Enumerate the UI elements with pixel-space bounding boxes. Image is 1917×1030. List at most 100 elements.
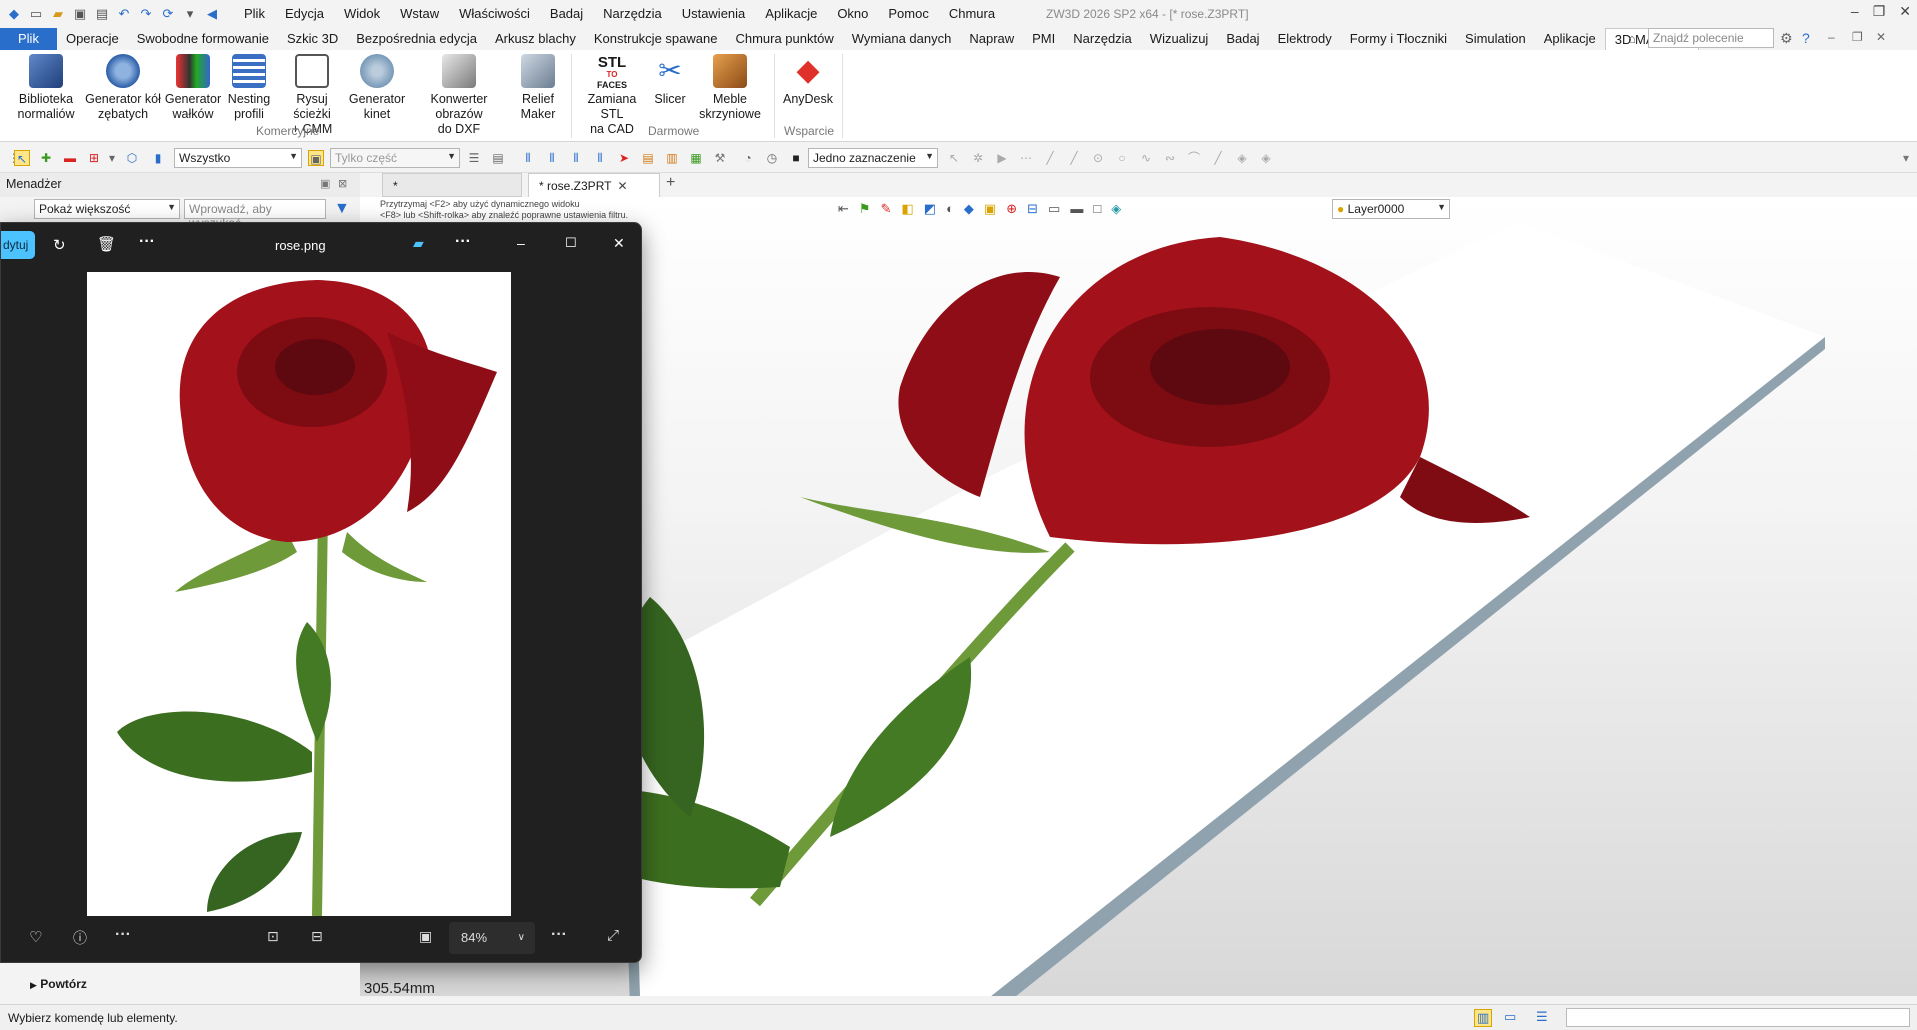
line-icon-1[interactable]: ╱	[1042, 150, 1058, 166]
pointer-icon[interactable]: ➤	[616, 150, 632, 166]
menu-pomoc[interactable]: Pomoc	[878, 0, 938, 28]
tab-bezposrednia-edycja[interactable]: Bezpośrednia edycja	[347, 28, 486, 50]
menu-edycja[interactable]: Edycja	[275, 0, 334, 28]
tab-badaj[interactable]: Badaj	[1217, 28, 1268, 50]
menu-plik[interactable]: Plik	[234, 0, 275, 28]
minimize-icon[interactable]: –	[1851, 3, 1859, 20]
box-select-icon[interactable]: ⊞	[86, 150, 102, 166]
manager-search-input[interactable]: Wprowadź, aby wyszukać	[184, 199, 326, 230]
rotate-icon[interactable]: ↻	[53, 236, 66, 254]
chevron-down-icon[interactable]: ▾	[104, 150, 120, 166]
remove-icon[interactable]: ▬	[62, 150, 78, 166]
tab-narzedzia[interactable]: Narzędzia	[1064, 28, 1141, 50]
generator-walkow-button[interactable]: Generator wałków	[162, 54, 224, 122]
menu-chmura[interactable]: Chmura	[939, 0, 1005, 28]
status-view-icon[interactable]: ▥	[1474, 1009, 1493, 1027]
edit-image-icon[interactable]: ▰	[413, 235, 424, 252]
sheet-icon[interactable]: ▦	[688, 150, 704, 166]
tab-plik[interactable]: Plik	[0, 28, 57, 50]
center-point-icon[interactable]: ⊙	[1090, 150, 1106, 166]
stack-icon[interactable]: ▥	[664, 150, 680, 166]
edit-button[interactable]: dytuj	[1, 231, 35, 259]
tab-aplikacje[interactable]: Aplikacje	[1535, 28, 1605, 50]
ribbon-minimize-icon[interactable]: –	[1828, 30, 1835, 44]
visual-search-icon[interactable]: ⊡	[267, 928, 279, 945]
line-icon-3[interactable]: ╱	[1210, 150, 1226, 166]
stop-icon[interactable]: ■	[788, 150, 804, 166]
part-filter-icon[interactable]: ▣	[308, 150, 324, 166]
menu-widok[interactable]: Widok	[334, 0, 390, 28]
anydesk-button[interactable]: ◆ AnyDesk	[780, 54, 836, 107]
command-search-input[interactable]: Znajdź polecenie	[1648, 28, 1774, 48]
wave-icon[interactable]: ∿	[1138, 150, 1154, 166]
slicer-button[interactable]: ✂ Slicer	[648, 54, 692, 107]
ribbon-restore-icon[interactable]: ❐	[1852, 30, 1863, 44]
back-arrow-icon[interactable]: ◀	[204, 6, 220, 22]
curve-icon[interactable]: ∾	[1162, 150, 1178, 166]
tab-konstrukcje-spawane[interactable]: Konstrukcje spawane	[585, 28, 727, 50]
arc-icon[interactable]: ⌒	[1186, 150, 1202, 166]
tab-operacje[interactable]: Operacje	[57, 28, 128, 50]
close-icon[interactable]: ✕	[613, 235, 625, 252]
meble-skrzyniowe-button[interactable]: Meble skrzyniowe	[692, 54, 768, 122]
manager-close-icon[interactable]: ⊠	[338, 177, 347, 190]
repeat-section[interactable]: ▶ Powtórz	[30, 977, 360, 997]
filter-part-select[interactable]: Tylko część ▼	[330, 148, 460, 168]
settings-gear-icon[interactable]: ⚙	[1780, 30, 1793, 47]
solid-icon[interactable]: ◈	[1258, 150, 1274, 166]
fullscreen-icon[interactable]: ⤢	[607, 927, 619, 944]
relief-maker-button[interactable]: Relief Maker	[512, 54, 564, 122]
tab-elektrody[interactable]: Elektrody	[1269, 28, 1341, 50]
tab-simulation[interactable]: Simulation	[1456, 28, 1535, 50]
ribbon-close-icon[interactable]: ✕	[1876, 30, 1886, 44]
tab-pmi[interactable]: PMI	[1023, 28, 1064, 50]
generator-kol-zebatych-button[interactable]: Generator kół zębatych	[84, 54, 162, 122]
more-icon[interactable]: ···	[455, 233, 471, 251]
layers-icon[interactable]: ▤	[640, 150, 656, 166]
history-icon[interactable]: ◷	[764, 150, 780, 166]
zoom-select[interactable]: 84% ∨	[449, 922, 535, 954]
tab-swobodne-formowanie[interactable]: Swobodne formowanie	[128, 28, 278, 50]
menu-wlasciwosci[interactable]: Właściwości	[449, 0, 540, 28]
redo-icon[interactable]: ↷	[138, 6, 154, 22]
help-icon[interactable]: ?	[1802, 30, 1810, 46]
add-icon[interactable]: ✚	[38, 150, 54, 166]
delete-icon[interactable]: 🗑	[97, 235, 116, 253]
status-list-icon[interactable]: ☰	[1536, 1009, 1548, 1025]
more-icon[interactable]: ···	[115, 926, 131, 944]
snap-icon-4[interactable]: ⫴	[592, 150, 608, 166]
filter-bars-icon[interactable]: ▮	[150, 150, 166, 166]
generator-kinet-button[interactable]: Generator kinet	[347, 54, 407, 122]
tab-chmura-punktow[interactable]: Chmura punktów	[726, 28, 842, 50]
tab-czesc001[interactable]: * Część001.Z3PRT✕	[382, 173, 522, 217]
toolbar-overflow-icon[interactable]: ▾	[1898, 150, 1914, 166]
snap-icon-3[interactable]: ⫴	[568, 150, 584, 166]
maximize-icon[interactable]: ☐	[565, 235, 577, 251]
select-cursor-icon[interactable]: ↖	[946, 150, 962, 166]
info-icon[interactable]: ⓘ	[73, 928, 87, 948]
undo-icon[interactable]: ↶	[116, 6, 132, 22]
biblioteka-normaliow-button[interactable]: Biblioteka normaliów	[14, 54, 78, 122]
favorite-heart-icon[interactable]: ♡	[29, 928, 42, 946]
chevron-down-icon[interactable]: ▾	[182, 6, 198, 22]
new-tab-plus-icon[interactable]: +	[666, 174, 675, 192]
list-icon[interactable]: ☰	[466, 150, 482, 166]
fit-screen-icon[interactable]: ▣	[419, 928, 432, 945]
rotate-icon[interactable]: ◔	[740, 150, 756, 166]
tab-arkusz-blachy[interactable]: Arkusz blachy	[486, 28, 585, 50]
app-logo-icon[interactable]: ◆	[6, 6, 22, 22]
manager-pin-icon[interactable]: ▣	[320, 177, 330, 190]
circle-icon[interactable]: ○	[1114, 150, 1130, 166]
tab-wymiana-danych[interactable]: Wymiana danych	[843, 28, 961, 50]
tab-szkic-3d[interactable]: Szkic 3D	[278, 28, 347, 50]
minimize-icon[interactable]: –	[517, 235, 525, 251]
tab-wizualizuj[interactable]: Wizualizuj	[1141, 28, 1218, 50]
filter-all-select[interactable]: Wszystko ▼	[174, 148, 302, 168]
select-gear-icon[interactable]: ✲	[970, 150, 986, 166]
open-folder-icon[interactable]: ▰	[50, 6, 66, 22]
show-most-select[interactable]: Pokaż większość ▼	[34, 199, 180, 219]
close-tab-icon[interactable]: ✕	[617, 179, 627, 193]
restore-icon[interactable]: ❐	[1873, 3, 1886, 20]
dotted-line-icon[interactable]: ⋯	[1018, 150, 1034, 166]
menu-wstaw[interactable]: Wstaw	[390, 0, 449, 28]
